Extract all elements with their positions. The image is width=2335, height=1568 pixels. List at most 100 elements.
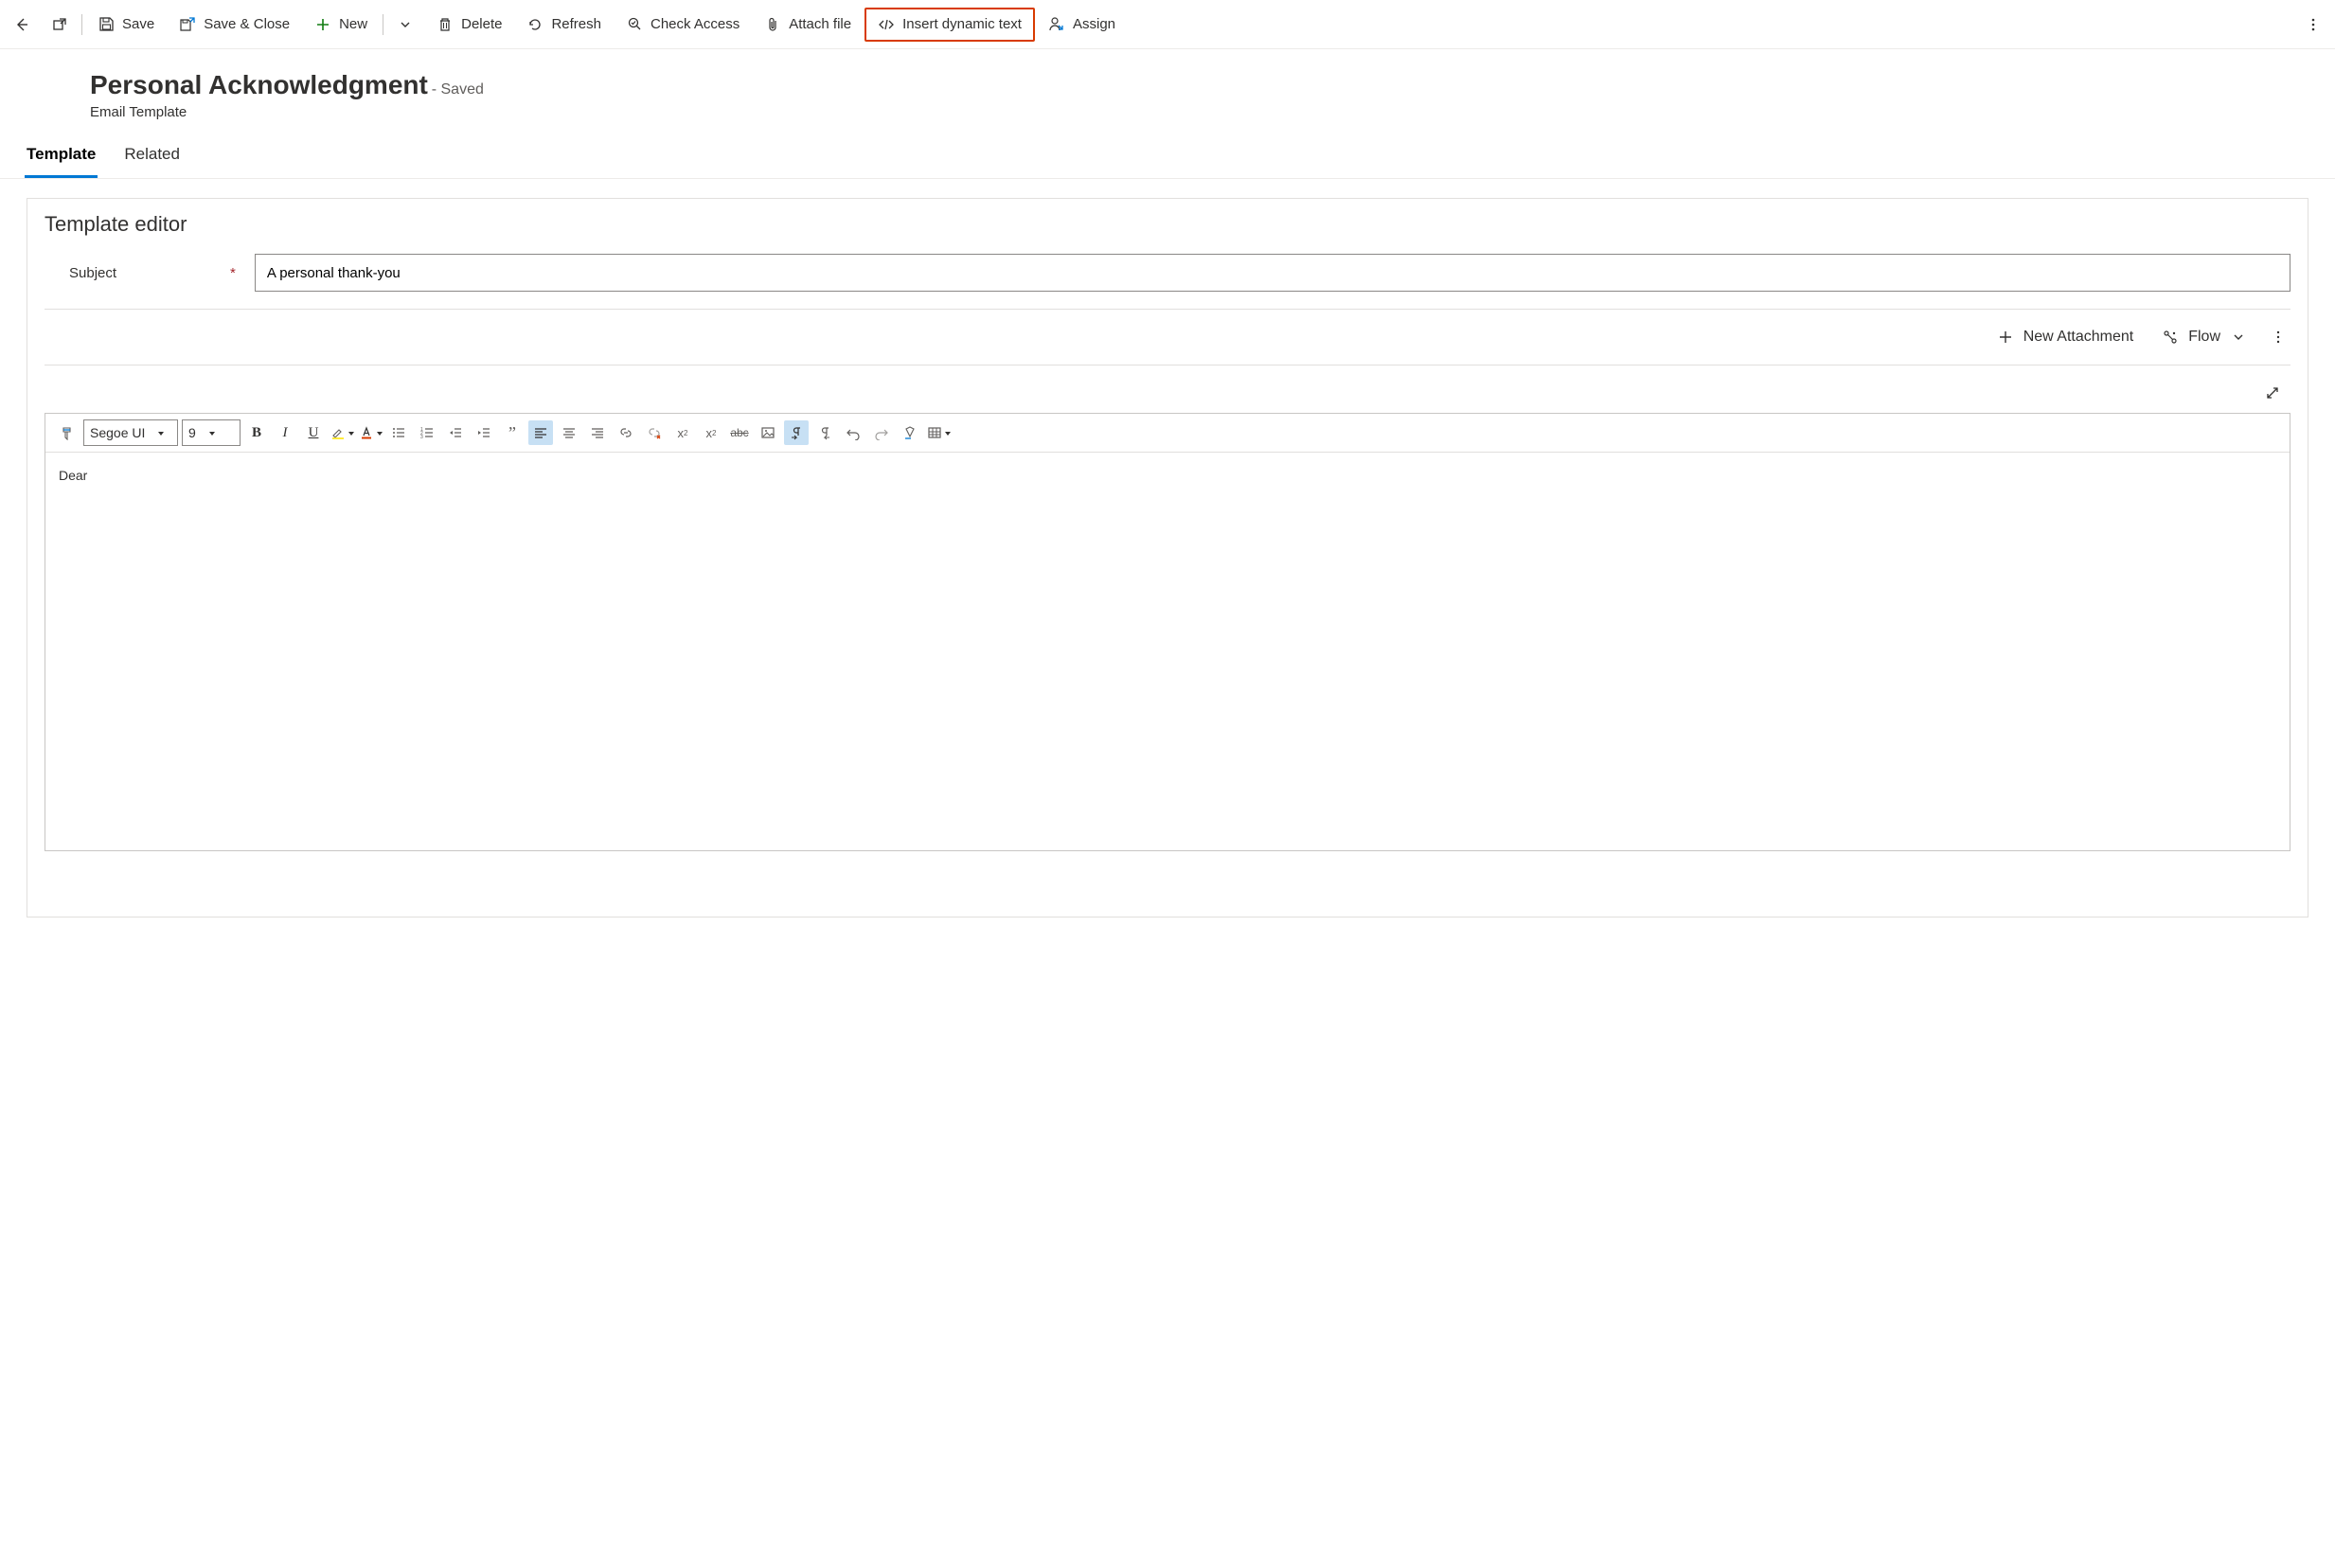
redo-button[interactable] xyxy=(869,420,894,445)
check-access-button[interactable]: Check Access xyxy=(615,8,751,42)
tab-related[interactable]: Related xyxy=(122,141,182,178)
separator xyxy=(81,14,82,35)
check-access-label: Check Access xyxy=(651,16,740,32)
rtl-button[interactable] xyxy=(812,420,837,445)
undo-icon xyxy=(845,424,862,441)
align-left-icon xyxy=(532,424,549,441)
new-dropdown-button[interactable] xyxy=(387,8,423,42)
font-color-icon xyxy=(358,424,375,441)
font-size-select[interactable]: 9 xyxy=(182,419,241,446)
record-header: Personal Acknowledgment - Saved Email Te… xyxy=(0,49,2335,130)
flow-button[interactable]: Flow xyxy=(2152,323,2256,351)
outdent-button[interactable] xyxy=(443,420,468,445)
chevron-down-icon xyxy=(207,425,215,440)
bullet-list-icon xyxy=(390,424,407,441)
overflow-button[interactable] xyxy=(2295,8,2331,42)
remove-link-button[interactable] xyxy=(642,420,667,445)
insert-dynamic-text-button[interactable]: Insert dynamic text xyxy=(864,8,1035,42)
svg-text:3: 3 xyxy=(420,435,423,440)
strikethrough-button[interactable]: abc xyxy=(727,420,752,445)
undo-button[interactable] xyxy=(841,420,865,445)
popout-button[interactable] xyxy=(42,8,78,42)
subscript-button[interactable]: x2 xyxy=(699,420,723,445)
italic-button[interactable]: I xyxy=(273,420,297,445)
chevron-down-icon xyxy=(156,425,164,440)
bold-button[interactable]: B xyxy=(244,420,269,445)
chevron-down-icon xyxy=(2230,329,2247,346)
align-center-button[interactable] xyxy=(557,420,581,445)
tab-template[interactable]: Template xyxy=(25,141,98,178)
save-button[interactable]: Save xyxy=(86,8,166,42)
numbered-list-icon: 123 xyxy=(419,424,436,441)
outdent-icon xyxy=(447,424,464,441)
new-attachment-button[interactable]: New Attachment xyxy=(1987,323,2144,351)
more-vertical-icon xyxy=(2270,329,2287,346)
attach-file-label: Attach file xyxy=(789,16,851,32)
blockquote-button[interactable]: ” xyxy=(500,420,525,445)
ltr-button[interactable] xyxy=(784,420,809,445)
refresh-button[interactable]: Refresh xyxy=(515,8,613,42)
save-icon xyxy=(98,16,115,33)
bullet-list-button[interactable] xyxy=(386,420,411,445)
new-attachment-label: New Attachment xyxy=(2023,329,2134,346)
clear-formatting-button[interactable] xyxy=(898,420,922,445)
page-status: - Saved xyxy=(432,81,484,98)
numbered-list-button[interactable]: 123 xyxy=(415,420,439,445)
new-button[interactable]: New xyxy=(303,8,379,42)
subject-row: Subject * xyxy=(45,250,2290,310)
indent-button[interactable] xyxy=(472,420,496,445)
expand-icon xyxy=(2264,384,2281,401)
attach-file-button[interactable]: Attach file xyxy=(753,8,863,42)
editor-body[interactable]: Dear xyxy=(45,453,2290,850)
format-painter-icon xyxy=(59,424,76,441)
superscript-button[interactable]: x2 xyxy=(670,420,695,445)
popout-icon xyxy=(51,16,68,33)
chevron-down-icon xyxy=(375,425,383,441)
subject-input[interactable] xyxy=(255,254,2290,292)
font-color-button[interactable] xyxy=(358,420,383,445)
expand-row xyxy=(45,365,2290,413)
plus-icon xyxy=(314,16,331,33)
paperclip-icon xyxy=(764,16,781,33)
highlight-color-button[interactable] xyxy=(330,420,354,445)
font-family-select[interactable]: Segoe UI xyxy=(83,419,178,446)
flow-label: Flow xyxy=(2188,329,2220,346)
template-editor-section: Template editor Subject * New Attachment… xyxy=(27,198,2308,918)
clear-format-icon xyxy=(901,424,918,441)
insert-dynamic-label: Insert dynamic text xyxy=(902,16,1022,32)
format-painter-button[interactable] xyxy=(55,420,80,445)
assign-icon xyxy=(1048,16,1065,33)
align-left-button[interactable] xyxy=(528,420,553,445)
save-close-button[interactable]: Save & Close xyxy=(168,8,301,42)
delete-label: Delete xyxy=(461,16,502,32)
image-icon xyxy=(759,424,776,441)
underline-button[interactable]: U xyxy=(301,420,326,445)
back-button[interactable] xyxy=(4,8,40,42)
attachment-subgrid-toolbar: New Attachment Flow xyxy=(45,310,2290,365)
align-right-button[interactable] xyxy=(585,420,610,445)
check-access-icon xyxy=(626,16,643,33)
section-title: Template editor xyxy=(45,212,2290,237)
save-label: Save xyxy=(122,16,154,32)
new-label: New xyxy=(339,16,367,32)
unlink-icon xyxy=(646,424,663,441)
code-icon xyxy=(878,16,895,33)
insert-link-button[interactable] xyxy=(614,420,638,445)
content-area: Template editor Subject * New Attachment… xyxy=(0,179,2335,918)
rtl-icon xyxy=(816,424,833,441)
save-close-label: Save & Close xyxy=(204,16,290,32)
insert-image-button[interactable] xyxy=(756,420,780,445)
assign-button[interactable]: Assign xyxy=(1037,8,1127,42)
align-right-icon xyxy=(589,424,606,441)
table-icon xyxy=(926,424,943,441)
delete-button[interactable]: Delete xyxy=(425,8,513,42)
expand-editor-button[interactable] xyxy=(2260,381,2285,405)
insert-table-button[interactable] xyxy=(926,420,951,445)
chevron-down-icon xyxy=(943,425,951,441)
delete-icon xyxy=(437,16,454,33)
command-bar: Save Save & Close New Delete Refresh xyxy=(0,0,2335,49)
attachment-overflow-button[interactable] xyxy=(2266,323,2290,351)
flow-icon xyxy=(2162,329,2179,346)
link-icon xyxy=(617,424,634,441)
ltr-icon xyxy=(788,424,805,441)
